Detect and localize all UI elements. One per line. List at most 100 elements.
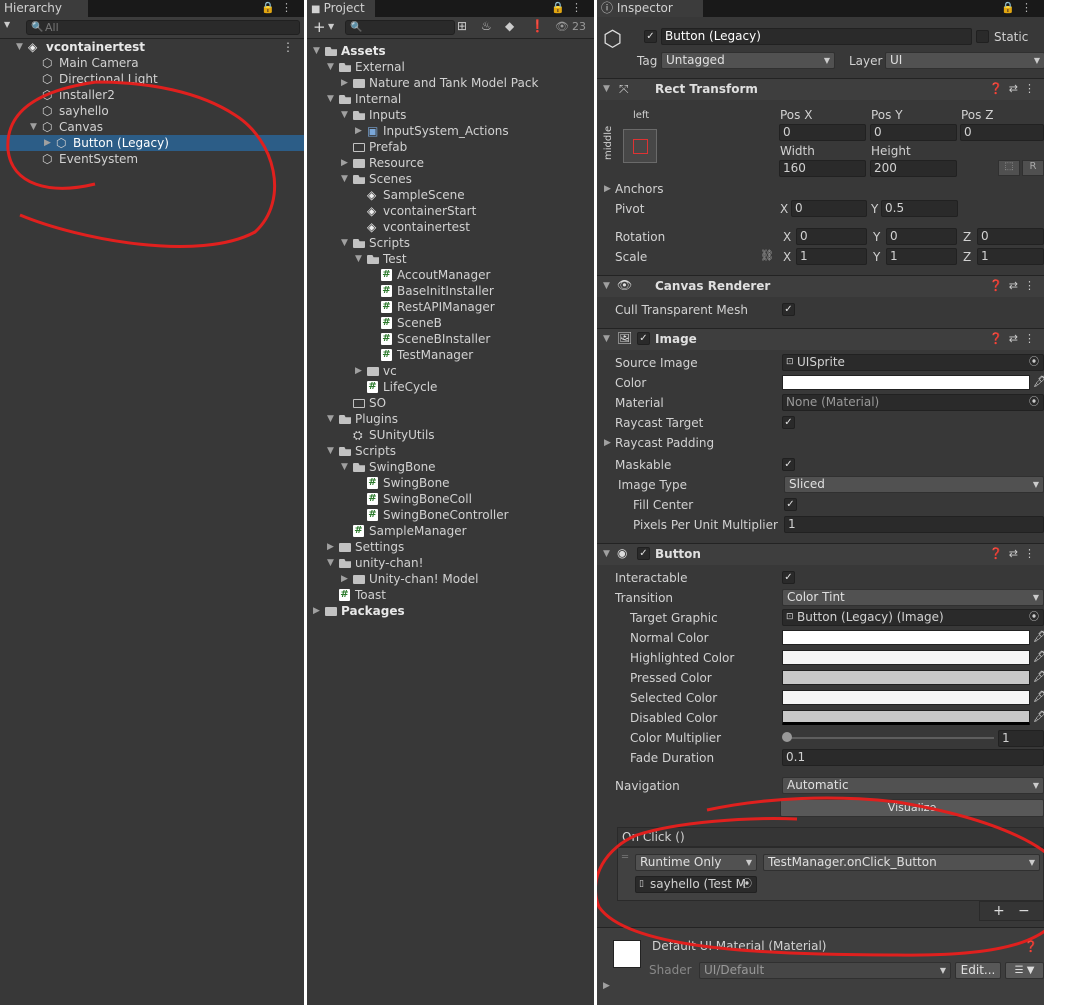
object-picker-icon[interactable]: ⦿ — [742, 877, 752, 892]
expand-arrow-icon[interactable]: ▼ — [30, 119, 37, 135]
scene-row[interactable]: ▼ ◈ vcontainertest ⋮ — [0, 39, 304, 55]
image-header[interactable]: ▼ 🖼 ✓ Image ❓⇄⋮ — [597, 328, 1047, 350]
hierarchy-search-input[interactable]: 🔍 All — [26, 20, 300, 35]
rot-x-field[interactable]: 0 — [796, 228, 867, 245]
shader-menu-button[interactable]: ☰ ▼ — [1005, 962, 1044, 979]
help-icon[interactable]: ❓ — [1024, 940, 1038, 953]
project-item[interactable]: ▶ Nature and Tank Model Pack — [307, 75, 594, 91]
project-item[interactable]: # SampleManager — [307, 523, 594, 539]
hierarchy-tab[interactable]: Hierarchy — [0, 0, 88, 17]
maskable-checkbox[interactable]: ✓ — [782, 458, 795, 471]
drag-handle-icon[interactable]: ═ — [622, 852, 628, 863]
collapse-arrow-icon[interactable]: ▶ — [341, 571, 348, 587]
hierarchy-item[interactable]: ⬡ EventSystem — [0, 151, 304, 167]
rot-z-field[interactable]: 0 — [977, 228, 1044, 245]
blueprint-mode-button[interactable]: ⬚ — [998, 160, 1020, 176]
pos-y-field[interactable]: 0 — [870, 124, 957, 141]
pivot-x-field[interactable]: 0 — [791, 200, 867, 217]
scale-x-field[interactable]: 1 — [796, 248, 867, 265]
tag-icon[interactable]: ◆ — [505, 19, 514, 33]
project-item[interactable]: ▼ unity-chan! — [307, 555, 594, 571]
scale-z-field[interactable]: 1 — [977, 248, 1044, 265]
project-item[interactable]: ▼ Inputs — [307, 107, 594, 123]
expand-arrow-icon[interactable]: ▼ — [341, 459, 348, 475]
project-item[interactable]: ◈ SampleScene — [307, 187, 594, 203]
project-item[interactable]: ▼ SwingBone — [307, 459, 594, 475]
search-by-type-icon[interactable]: ⊞ — [457, 19, 467, 33]
lock-icon[interactable]: 🔒⋮ — [551, 0, 588, 16]
hierarchy-item[interactable]: ⬡ sayhello — [0, 103, 304, 119]
cull-transparent-checkbox[interactable]: ✓ — [782, 303, 795, 316]
object-picker-icon[interactable]: ⦿ — [1029, 395, 1039, 410]
expand-arrow-icon[interactable]: ▼ — [341, 171, 348, 187]
expand-arrow-icon[interactable]: ▼ — [327, 411, 334, 427]
color-multiplier-slider[interactable] — [786, 737, 994, 739]
scale-y-field[interactable]: 1 — [886, 248, 957, 265]
collapse-arrow-icon[interactable]: ▶ — [355, 363, 362, 379]
transition-dropdown[interactable]: Color Tint ▼ — [782, 589, 1044, 606]
anchors-expand-icon[interactable]: ▶ — [604, 181, 611, 197]
image-enabled-checkbox[interactable]: ✓ — [637, 332, 650, 345]
interactable-checkbox[interactable]: ✓ — [782, 571, 795, 584]
project-item[interactable]: ⛭ SUnityUtils — [307, 427, 594, 443]
static-checkbox[interactable] — [976, 30, 989, 43]
expand-arrow-icon[interactable]: ▼ — [341, 107, 348, 123]
add-dropdown-icon[interactable]: ▼ — [328, 22, 334, 31]
material-field[interactable]: None (Material) ⦿ — [782, 394, 1044, 411]
rect-transform-header[interactable]: ▼ ⤧ Rect Transform ❓⇄⋮ — [597, 78, 1047, 100]
project-item[interactable]: ▼ Scripts — [307, 235, 594, 251]
expand-arrow-icon[interactable]: ▼ — [355, 251, 362, 267]
add-button[interactable]: + — [313, 18, 326, 36]
component-menu-icon[interactable]: ❓⇄⋮ — [989, 279, 1041, 292]
dropdown-icon[interactable]: ▼ — [4, 20, 10, 29]
target-object-field[interactable]: ▯ sayhello (Test M ⦿ — [635, 876, 757, 893]
project-item[interactable]: # SwingBoneController — [307, 507, 594, 523]
collapse-arrow-icon[interactable]: ▶ — [341, 75, 348, 91]
project-item[interactable]: # SceneBInstaller — [307, 331, 594, 347]
component-menu-icon[interactable]: ❓⇄⋮ — [989, 547, 1041, 560]
collapse-arrow-icon[interactable]: ▼ — [603, 278, 610, 294]
constrain-proportions-icon[interactable]: ⛓ — [760, 249, 774, 262]
collapse-arrow-icon[interactable]: ▶ — [313, 603, 320, 619]
collapse-arrow-icon[interactable]: ▼ — [603, 331, 610, 347]
project-item[interactable]: ▶ Resource — [307, 155, 594, 171]
fade-duration-field[interactable]: 0.1 — [782, 749, 1044, 766]
collapse-arrow-icon[interactable]: ▼ — [603, 546, 610, 562]
hierarchy-item[interactable]: ⬡ Directional Light — [0, 71, 304, 87]
button-header[interactable]: ▼ ◉ ✓ Button ❓⇄⋮ — [597, 543, 1047, 565]
add-event-button[interactable]: + — [993, 903, 1005, 919]
expand-arrow-icon[interactable]: ▼ — [327, 91, 334, 107]
lock-icon[interactable]: 🔒⋮ — [261, 0, 298, 16]
component-menu-icon[interactable]: ❓⇄⋮ — [989, 82, 1041, 95]
expand-arrow-icon[interactable]: ▼ — [327, 555, 334, 571]
scene-menu-icon[interactable]: ⋮ — [282, 39, 294, 55]
target-graphic-field[interactable]: ⊡ Button (Legacy) (Image) ⦿ — [782, 609, 1044, 626]
collapse-arrow-icon[interactable]: ▶ — [355, 123, 362, 139]
project-item[interactable]: # TestManager — [307, 347, 594, 363]
collapse-arrow-icon[interactable]: ▼ — [603, 81, 610, 97]
button-enabled-checkbox[interactable]: ✓ — [637, 547, 650, 560]
raw-edit-button[interactable]: R — [1022, 160, 1044, 176]
project-item[interactable]: ▶ Packages — [307, 603, 594, 619]
component-menu-icon[interactable]: ❓⇄⋮ — [989, 332, 1041, 345]
ppu-field[interactable]: 1 — [784, 516, 1044, 533]
project-item[interactable]: # LifeCycle — [307, 379, 594, 395]
object-picker-icon[interactable]: ⦿ — [1029, 610, 1039, 625]
project-item[interactable]: ▼ Test — [307, 251, 594, 267]
project-item[interactable]: ▼ Scripts — [307, 443, 594, 459]
edit-shader-button[interactable]: Edit... — [955, 962, 1001, 979]
collapse-arrow-icon[interactable]: ▶ — [341, 155, 348, 171]
project-item[interactable]: ▼ Assets — [307, 43, 594, 59]
pos-x-field[interactable]: 0 — [779, 124, 866, 141]
expand-arrow-icon[interactable]: ▶ — [603, 978, 610, 994]
pivot-y-field[interactable]: 0.5 — [881, 200, 958, 217]
height-field[interactable]: 200 — [870, 160, 957, 177]
project-item[interactable]: # SwingBoneColl — [307, 491, 594, 507]
slider-thumb[interactable] — [782, 732, 792, 742]
project-item[interactable]: ▶ ▣ InputSystem_Actions — [307, 123, 594, 139]
inspector-tab[interactable]: ⓘ Inspector — [597, 0, 703, 17]
project-item[interactable]: ▼ External — [307, 59, 594, 75]
width-field[interactable]: 160 — [779, 160, 866, 177]
project-item[interactable]: ◈ vcontainertest — [307, 219, 594, 235]
shader-dropdown[interactable]: UI/Default ▼ — [699, 962, 951, 979]
